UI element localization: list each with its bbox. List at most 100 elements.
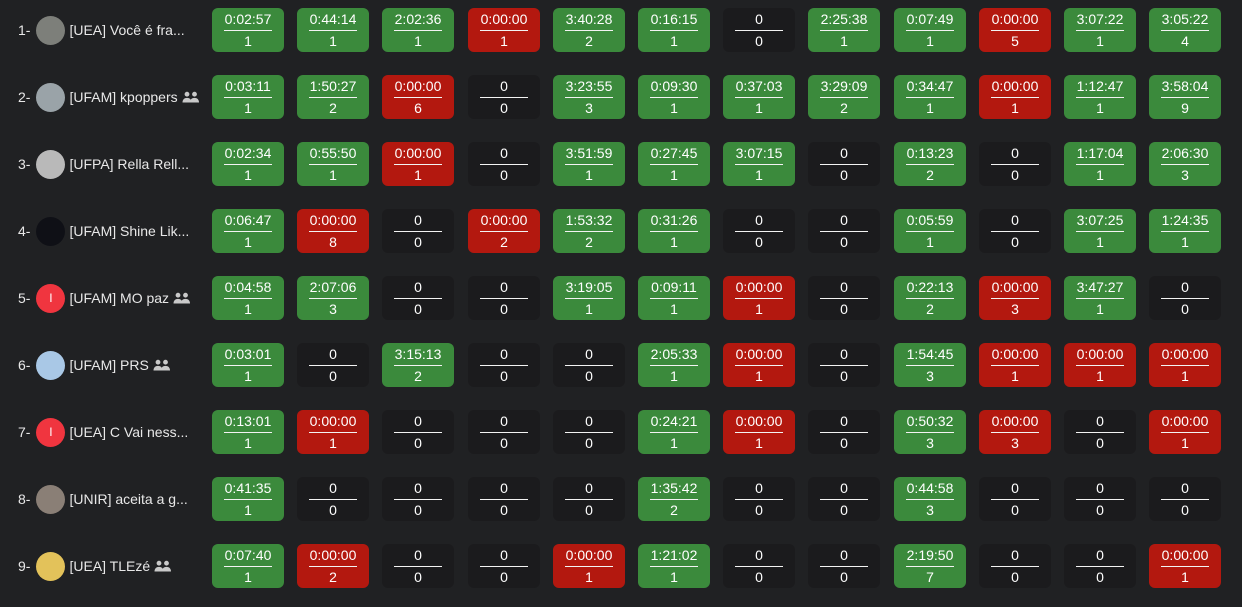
problem-cell[interactable]: 00 bbox=[297, 477, 369, 521]
team-name[interactable]: [UFAM] Shine Lik... bbox=[69, 223, 189, 239]
problem-cell[interactable]: 0:00:00 1 bbox=[553, 544, 625, 588]
problem-cell[interactable]: 0:00:00 6 bbox=[382, 75, 454, 119]
problem-cell[interactable]: 0:00:00 1 bbox=[1149, 343, 1221, 387]
problem-cell[interactable]: 1:21:02 1 bbox=[638, 544, 710, 588]
team-avatar[interactable] bbox=[36, 350, 66, 380]
problem-cell[interactable]: 0:00:00 1 bbox=[1064, 343, 1136, 387]
problem-cell[interactable]: 00 bbox=[468, 343, 540, 387]
problem-cell[interactable]: 00 bbox=[979, 477, 1051, 521]
problem-cell[interactable]: 1:24:35 1 bbox=[1149, 209, 1221, 253]
team-avatar[interactable] bbox=[36, 149, 66, 179]
team-name[interactable]: [UFAM] MO paz bbox=[69, 290, 169, 306]
problem-cell[interactable]: 3:07:15 1 bbox=[723, 142, 795, 186]
problem-cell[interactable]: 3:58:04 9 bbox=[1149, 75, 1221, 119]
problem-cell[interactable]: 2:06:30 3 bbox=[1149, 142, 1221, 186]
problem-cell[interactable]: 3:40:28 2 bbox=[553, 8, 625, 52]
team-name[interactable]: [UFPA] Rella Rell... bbox=[69, 156, 189, 172]
problem-cell[interactable]: 0:00:00 1 bbox=[382, 142, 454, 186]
problem-cell[interactable]: 0:50:32 3 bbox=[894, 410, 966, 454]
problem-cell[interactable]: 00 bbox=[1064, 410, 1136, 454]
problem-cell[interactable]: 00 bbox=[468, 75, 540, 119]
problem-cell[interactable]: 0:03:01 1 bbox=[212, 343, 284, 387]
team-avatar[interactable] bbox=[36, 551, 66, 581]
problem-cell[interactable]: 0:13:01 1 bbox=[212, 410, 284, 454]
problem-cell[interactable]: 0:00:00 2 bbox=[297, 544, 369, 588]
problem-cell[interactable]: 2:05:33 1 bbox=[638, 343, 710, 387]
problem-cell[interactable]: 0:55:50 1 bbox=[297, 142, 369, 186]
problem-cell[interactable]: 00 bbox=[1064, 544, 1136, 588]
team-name[interactable]: [UFAM] PRS bbox=[69, 357, 148, 373]
problem-cell[interactable]: 2:25:38 1 bbox=[808, 8, 880, 52]
problem-cell[interactable]: 0:00:00 1 bbox=[979, 343, 1051, 387]
problem-cell[interactable]: 0:02:57 1 bbox=[212, 8, 284, 52]
problem-cell[interactable]: 00 bbox=[808, 477, 880, 521]
problem-cell[interactable]: 1:50:27 2 bbox=[297, 75, 369, 119]
problem-cell[interactable]: 00 bbox=[553, 477, 625, 521]
team-name[interactable]: [UNIR] aceita a g... bbox=[69, 491, 187, 507]
problem-cell[interactable]: 0:00:00 3 bbox=[979, 276, 1051, 320]
problem-cell[interactable]: 0:00:00 3 bbox=[979, 410, 1051, 454]
problem-cell[interactable]: 00 bbox=[468, 410, 540, 454]
problem-cell[interactable]: 00 bbox=[979, 544, 1051, 588]
problem-cell[interactable]: 2:02:36 1 bbox=[382, 8, 454, 52]
problem-cell[interactable]: 1:17:04 1 bbox=[1064, 142, 1136, 186]
problem-cell[interactable]: 0:24:21 1 bbox=[638, 410, 710, 454]
team-avatar[interactable] bbox=[36, 82, 66, 112]
problem-cell[interactable]: 0:00:00 5 bbox=[979, 8, 1051, 52]
problem-cell[interactable]: 3:47:27 1 bbox=[1064, 276, 1136, 320]
problem-cell[interactable]: 0:37:03 1 bbox=[723, 75, 795, 119]
problem-cell[interactable]: 00 bbox=[297, 343, 369, 387]
problem-cell[interactable]: 00 bbox=[1149, 276, 1221, 320]
problem-cell[interactable]: 0:03:11 1 bbox=[212, 75, 284, 119]
problem-cell[interactable]: 00 bbox=[808, 276, 880, 320]
problem-cell[interactable]: 0:31:26 1 bbox=[638, 209, 710, 253]
problem-cell[interactable]: 0:00:00 1 bbox=[979, 75, 1051, 119]
team-name[interactable]: [UEA] Você é fra... bbox=[69, 22, 184, 38]
team-avatar[interactable] bbox=[36, 216, 66, 246]
problem-cell[interactable]: 0:00:00 2 bbox=[468, 209, 540, 253]
problem-cell[interactable]: 00 bbox=[382, 276, 454, 320]
problem-cell[interactable]: 00 bbox=[723, 544, 795, 588]
problem-cell[interactable]: 00 bbox=[382, 477, 454, 521]
team-avatar[interactable] bbox=[36, 15, 66, 45]
problem-cell[interactable]: 00 bbox=[808, 142, 880, 186]
problem-cell[interactable]: 00 bbox=[553, 343, 625, 387]
problem-cell[interactable]: 0:07:49 1 bbox=[894, 8, 966, 52]
team-name[interactable]: [UEA] C Vai ness... bbox=[69, 424, 188, 440]
problem-cell[interactable]: 00 bbox=[979, 209, 1051, 253]
problem-cell[interactable]: 0:00:00 1 bbox=[1149, 410, 1221, 454]
problem-cell[interactable]: 00 bbox=[468, 142, 540, 186]
problem-cell[interactable]: 2:19:50 7 bbox=[894, 544, 966, 588]
problem-cell[interactable]: 0:00:00 1 bbox=[468, 8, 540, 52]
problem-cell[interactable]: 1:54:45 3 bbox=[894, 343, 966, 387]
problem-cell[interactable]: 3:15:13 2 bbox=[382, 343, 454, 387]
problem-cell[interactable]: 00 bbox=[1149, 477, 1221, 521]
problem-cell[interactable]: 00 bbox=[723, 477, 795, 521]
problem-cell[interactable]: 00 bbox=[723, 209, 795, 253]
team-name[interactable]: [UEA] TLEzé bbox=[69, 558, 150, 574]
problem-cell[interactable]: 2:07:06 3 bbox=[297, 276, 369, 320]
problem-cell[interactable]: 0:07:40 1 bbox=[212, 544, 284, 588]
problem-cell[interactable]: 00 bbox=[979, 142, 1051, 186]
team-avatar[interactable] bbox=[36, 484, 66, 514]
problem-cell[interactable]: 00 bbox=[1064, 477, 1136, 521]
problem-cell[interactable]: 00 bbox=[382, 544, 454, 588]
problem-cell[interactable]: 00 bbox=[808, 410, 880, 454]
problem-cell[interactable]: 00 bbox=[382, 209, 454, 253]
problem-cell[interactable]: 0:34:47 1 bbox=[894, 75, 966, 119]
problem-cell[interactable]: 3:29:09 2 bbox=[808, 75, 880, 119]
problem-cell[interactable]: 00 bbox=[468, 544, 540, 588]
problem-cell[interactable]: 0:22:13 2 bbox=[894, 276, 966, 320]
team-avatar[interactable]: I bbox=[36, 417, 66, 447]
problem-cell[interactable]: 0:06:47 1 bbox=[212, 209, 284, 253]
problem-cell[interactable]: 3:19:05 1 bbox=[553, 276, 625, 320]
problem-cell[interactable]: 00 bbox=[468, 477, 540, 521]
problem-cell[interactable]: 00 bbox=[808, 343, 880, 387]
problem-cell[interactable]: 0:02:34 1 bbox=[212, 142, 284, 186]
problem-cell[interactable]: 00 bbox=[808, 209, 880, 253]
problem-cell[interactable]: 0:41:35 1 bbox=[212, 477, 284, 521]
problem-cell[interactable]: 0:44:58 3 bbox=[894, 477, 966, 521]
team-name[interactable]: [UFAM] kpoppers bbox=[69, 89, 177, 105]
problem-cell[interactable]: 0:09:30 1 bbox=[638, 75, 710, 119]
problem-cell[interactable]: 1:53:32 2 bbox=[553, 209, 625, 253]
